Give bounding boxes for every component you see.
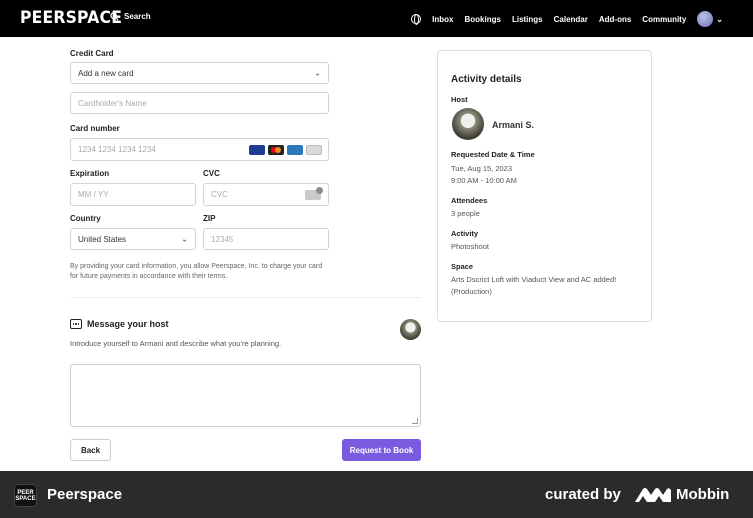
footer-brand: Peerspace — [47, 486, 123, 503]
zip-placeholder: 12345 — [211, 234, 234, 244]
cvc-card-icon — [305, 187, 323, 200]
country-select[interactable]: United States ⌄ — [70, 228, 196, 250]
search-button[interactable]: Search — [110, 12, 151, 21]
footer-bar: PEER SPACE Peerspace curated by Mobbin — [0, 471, 753, 518]
resize-handle[interactable] — [412, 418, 418, 424]
country-label: Country — [70, 214, 101, 223]
credit-card-select[interactable]: Add a new card ⌄ — [70, 62, 329, 84]
mastercard-icon — [268, 145, 284, 155]
nav-community[interactable]: Community — [642, 15, 686, 24]
visa-icon — [249, 145, 265, 155]
credit-card-label: Credit Card — [70, 49, 114, 58]
card-number-input[interactable]: 1234 1234 1234 1234 — [70, 138, 329, 161]
requested-date: Tue, Aug 15, 2023 — [451, 164, 513, 173]
chat-icon — [70, 319, 82, 329]
space-label: Space — [451, 262, 474, 271]
message-textarea[interactable] — [70, 364, 421, 427]
request-to-book-button[interactable]: Request to Book — [342, 439, 421, 461]
activity-details-title: Activity details — [451, 74, 522, 85]
chevron-down-icon[interactable]: ⌄ — [716, 15, 723, 24]
search-label: Search — [124, 12, 151, 21]
cardholder-name-input[interactable]: Cardholder's Name — [70, 92, 329, 114]
host-avatar[interactable] — [452, 108, 484, 140]
diners-icon — [306, 145, 322, 155]
nav-calendar[interactable]: Calendar — [554, 15, 588, 24]
globe-icon[interactable] — [411, 14, 422, 25]
curated-by-text: curated by — [545, 486, 621, 503]
cvc-input[interactable]: CVC — [203, 183, 329, 206]
top-navigation-bar: PEERSPACE Search Inbox Bookings Listings… — [0, 0, 753, 37]
message-host-subtitle: Introduce yourself to Armani and describ… — [70, 339, 282, 348]
expiration-label: Expiration — [70, 169, 110, 178]
zip-label: ZIP — [203, 214, 216, 223]
message-host-heading: Message your host — [70, 319, 169, 329]
card-number-placeholder: 1234 1234 1234 1234 — [78, 145, 156, 154]
nav-inbox[interactable]: Inbox — [432, 15, 453, 24]
message-host-title: Message your host — [87, 319, 169, 329]
section-divider — [70, 297, 421, 298]
cardholder-placeholder: Cardholder's Name — [78, 98, 147, 108]
requested-date-label: Requested Date & Time — [451, 150, 535, 159]
peerspace-logo[interactable]: PEERSPACE — [20, 8, 122, 28]
activity-details-card: Activity details Host Armani S. Requeste… — [437, 50, 652, 322]
activity-value: Photoshoot — [451, 242, 489, 251]
mobbin-wordmark: Mobbin — [676, 486, 730, 503]
cvc-placeholder: CVC — [211, 190, 228, 199]
amex-icon — [287, 145, 303, 155]
mobbin-logo-icon — [635, 488, 671, 502]
main-nav: Inbox Bookings Listings Calendar Add-ons… — [411, 11, 723, 27]
nav-bookings[interactable]: Bookings — [465, 15, 501, 24]
space-value: Arts Dscrict Loft with Viaduct View and … — [451, 275, 617, 296]
expiration-input[interactable]: MM / YY — [70, 183, 196, 206]
user-avatar[interactable] — [697, 11, 714, 27]
chevron-down-icon: ⌄ — [314, 68, 321, 78]
card-brand-icons — [249, 145, 322, 155]
back-button[interactable]: Back — [70, 439, 111, 461]
nav-add-ons[interactable]: Add-ons — [599, 15, 631, 24]
nav-listings[interactable]: Listings — [512, 15, 543, 24]
host-name[interactable]: Armani S. — [492, 120, 534, 130]
chevron-down-icon: ⌄ — [181, 234, 188, 244]
card-number-label: Card number — [70, 124, 120, 133]
expiration-placeholder: MM / YY — [78, 190, 109, 199]
activity-label: Activity — [451, 229, 479, 238]
payment-disclaimer: By providing your card information, you … — [70, 263, 323, 280]
host-avatar-small — [400, 319, 421, 340]
requested-time: 9:00 AM - 10:00 AM — [451, 176, 517, 185]
credit-card-select-value: Add a new card — [78, 68, 134, 78]
search-icon — [110, 12, 119, 21]
host-label: Host — [451, 95, 468, 104]
cvc-label: CVC — [203, 169, 220, 178]
country-select-value: United States — [78, 234, 127, 244]
attendees-value: 3 people — [451, 209, 480, 218]
attendees-label: Attendees — [451, 196, 488, 205]
peerspace-footer-logo: PEER SPACE — [14, 484, 37, 507]
zip-input[interactable]: 12345 — [203, 228, 329, 250]
